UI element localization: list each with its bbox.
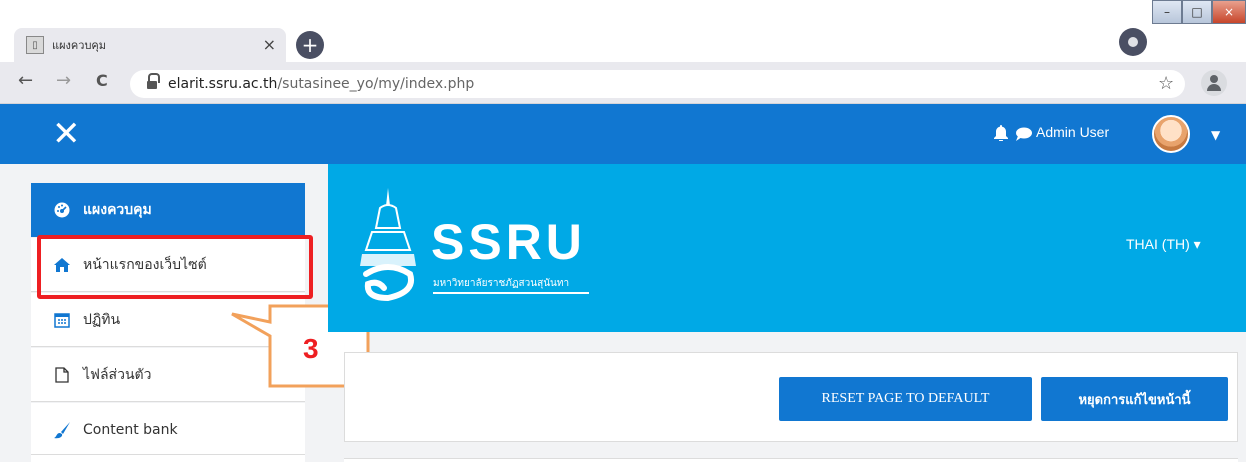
titlebar [0, 0, 1246, 28]
page-favicon-icon: ▯ [26, 36, 44, 54]
user-name[interactable]: Admin User [1036, 124, 1109, 140]
minimize-button[interactable]: – [1152, 0, 1182, 24]
drawer-item-label: แผงควบคุม [83, 202, 152, 218]
file-icon [53, 366, 71, 384]
account-icon[interactable] [1201, 70, 1227, 96]
window-controls: – □ × [1152, 0, 1246, 24]
tab-title: แผงควบคุม [52, 39, 107, 52]
ssru-logo-subtitle: มหาวิทยาลัยราชภัฏสวนสุนันทา [433, 278, 570, 289]
close-drawer-icon[interactable]: ✕ [52, 116, 81, 152]
forward-arrow-icon[interactable]: → [56, 71, 71, 91]
logo-underline [433, 292, 589, 294]
new-tab-button[interactable]: + [296, 31, 324, 59]
lock-icon[interactable] [147, 73, 160, 90]
notification-bell-icon[interactable] [994, 125, 1008, 141]
user-avatar[interactable] [1152, 115, 1190, 153]
reset-page-button[interactable]: RESET PAGE TO DEFAULT [779, 377, 1032, 421]
reload-icon[interactable]: C [96, 71, 108, 91]
drawer-item-label: Content bank [83, 421, 178, 438]
annotation-highlight-box [37, 235, 313, 299]
tab-close-icon[interactable]: × [263, 37, 276, 53]
language-selector[interactable]: THAI (TH) ▾ [1126, 236, 1201, 253]
url-text[interactable]: elarit.ssru.ac.th/sutasinee_yo/my/index.… [168, 76, 474, 92]
bookmark-star-icon[interactable]: ☆ [1158, 73, 1174, 94]
drawer-item-label: ไฟล์ส่วนตัว [83, 366, 152, 383]
paintbrush-icon [53, 421, 71, 439]
calendar-icon [53, 311, 71, 329]
dashboard-icon [53, 201, 71, 219]
drawer-item-content-bank[interactable]: Content bank [31, 403, 305, 457]
ssru-logo-text: SSRU [431, 214, 586, 270]
url-host: elarit.ssru.ac.th [168, 76, 278, 92]
message-bubble-icon[interactable] [1016, 127, 1032, 141]
maximize-button[interactable]: □ [1182, 0, 1212, 24]
window-close-button[interactable]: × [1212, 0, 1246, 24]
next-card [344, 458, 1238, 462]
stop-editing-button[interactable]: หยุดการแก้ไขหน้านี้ [1041, 377, 1228, 421]
drawer-item-next[interactable] [31, 454, 305, 462]
ssru-emblem-icon [356, 188, 420, 306]
back-arrow-icon[interactable]: ← [18, 71, 33, 91]
url-path: /sutasinee_yo/my/index.php [277, 76, 475, 92]
annotation-step-number: 3 [303, 333, 319, 364]
browser-profile-icon[interactable] [1119, 28, 1147, 56]
user-menu-caret-icon[interactable]: ▼ [1211, 128, 1220, 142]
drawer-item-label: ปฏิทิน [83, 311, 121, 328]
drawer-item-dashboard[interactable]: แผงควบคุม [31, 183, 305, 237]
browser-tab[interactable]: ▯ แผงควบคุม × [14, 28, 286, 62]
